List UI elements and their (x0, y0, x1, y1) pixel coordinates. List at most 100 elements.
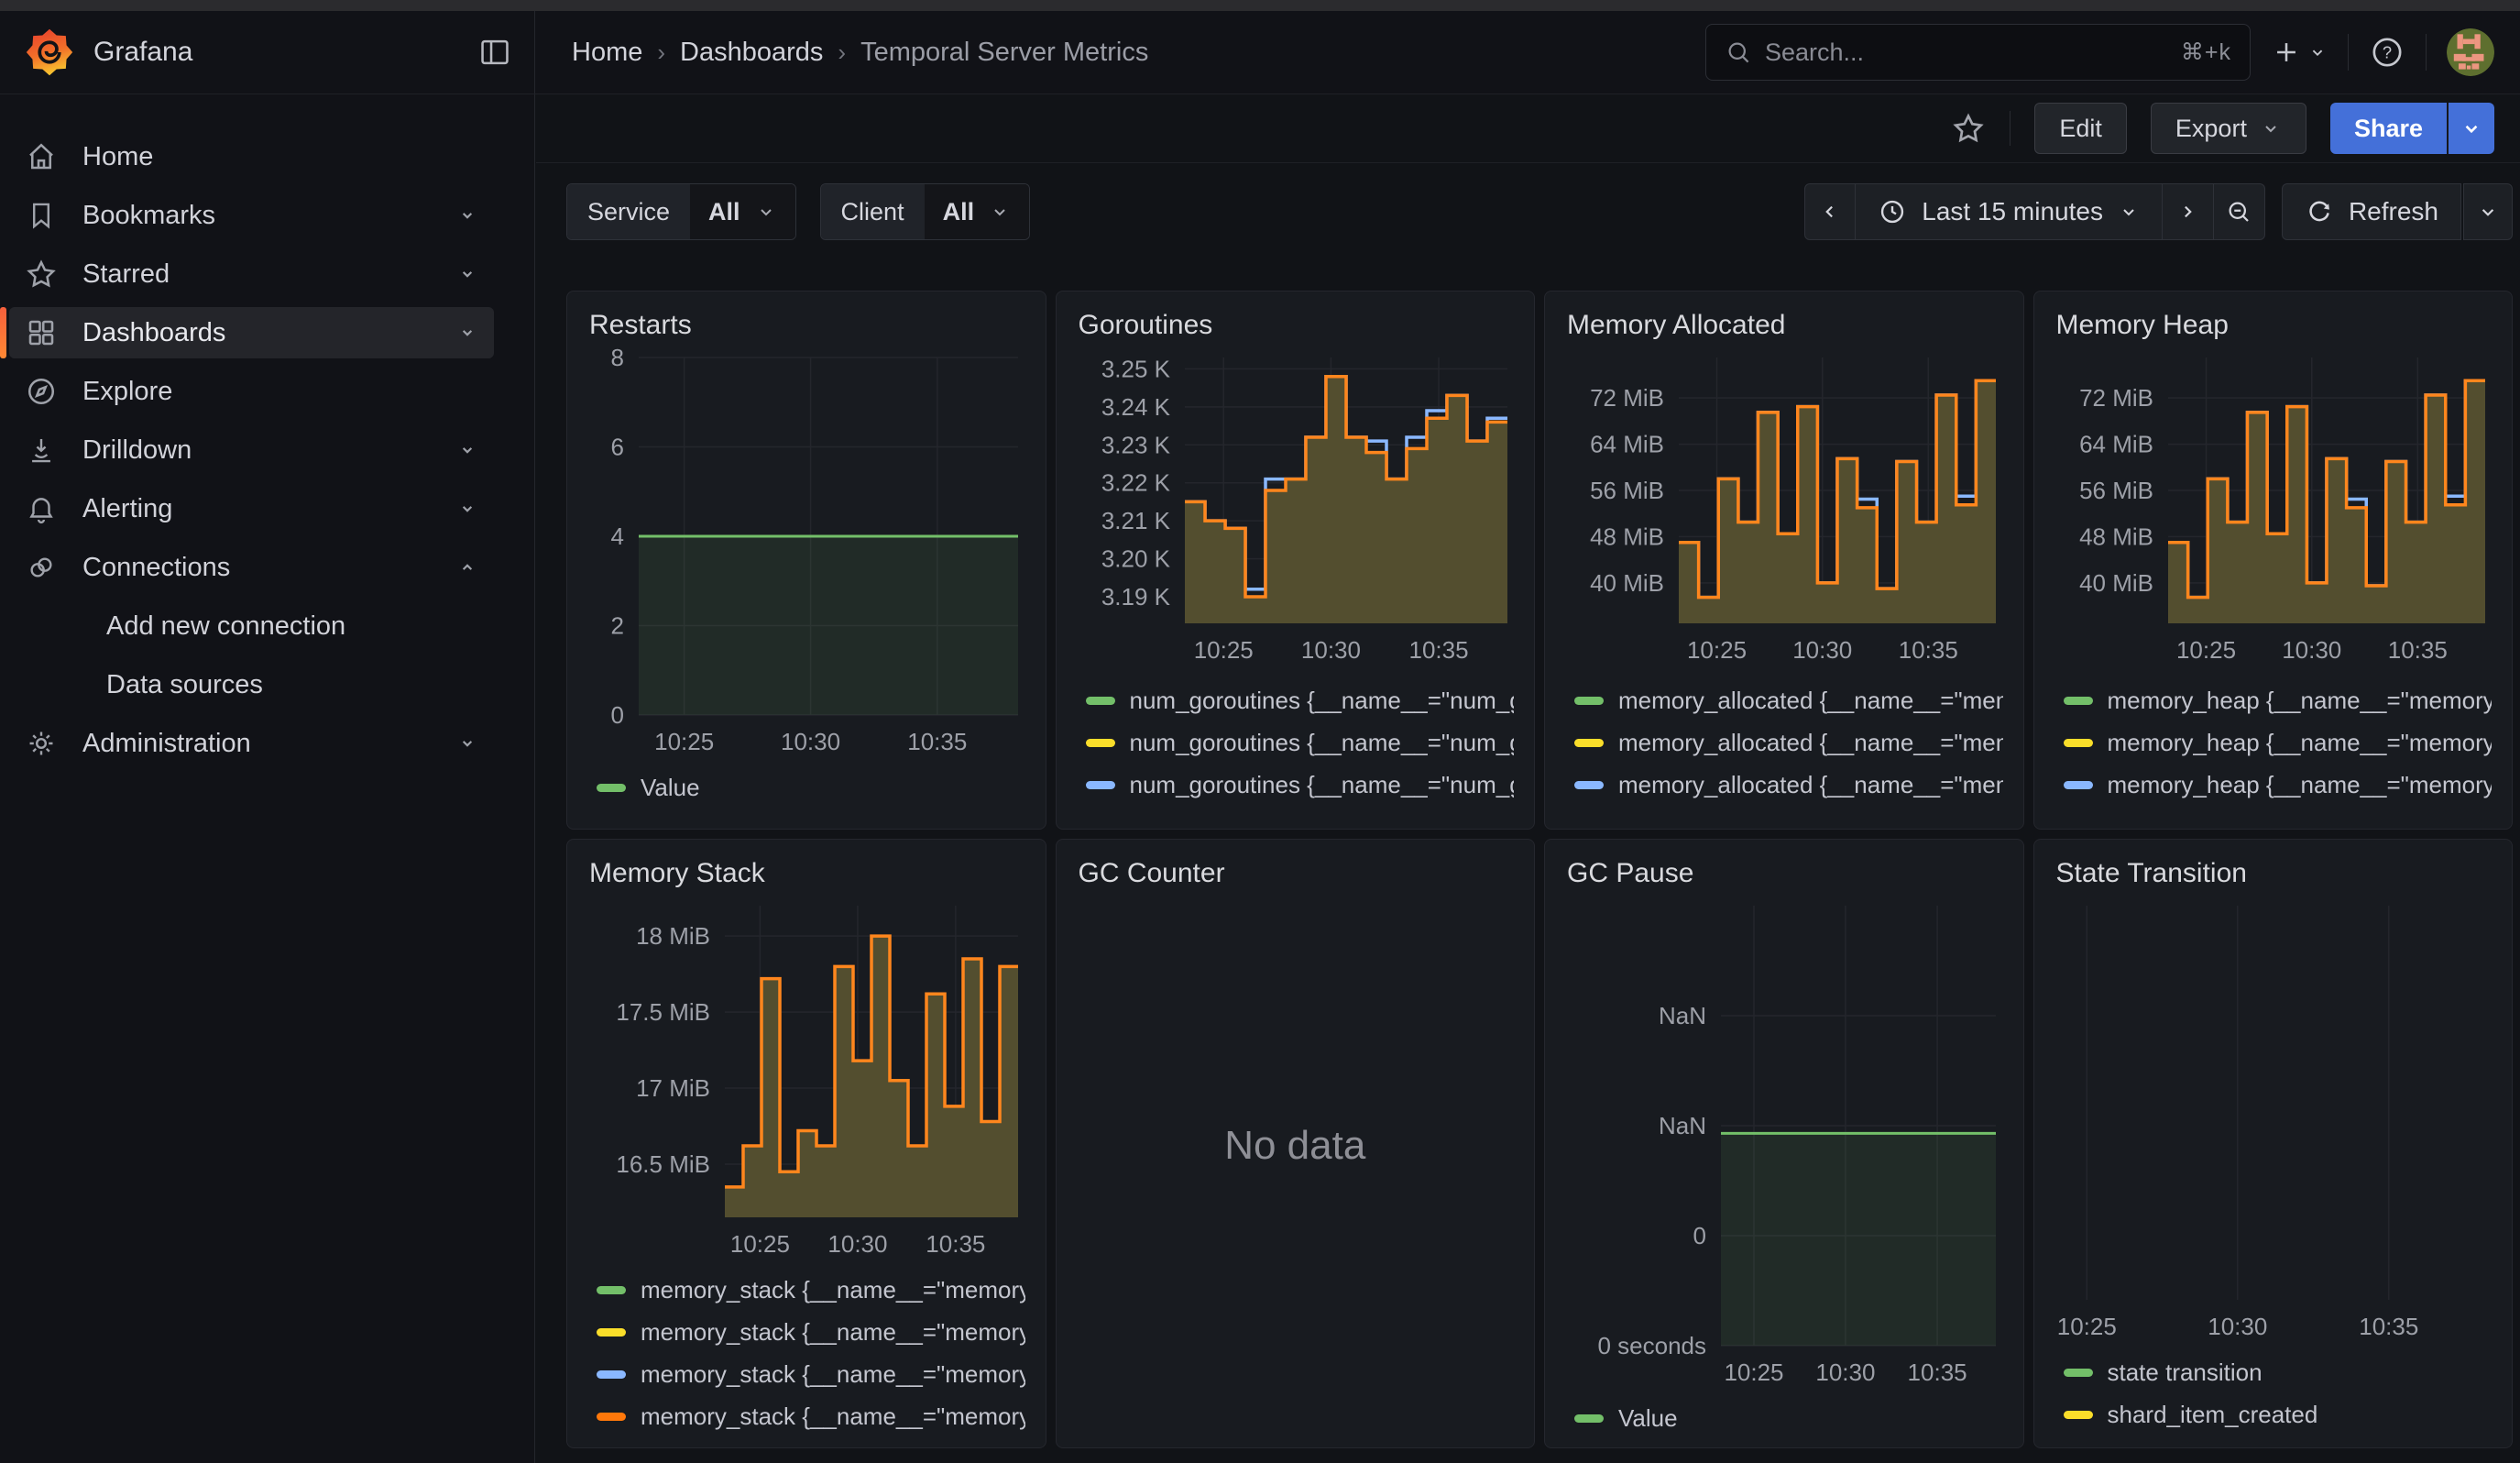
legend-series-label: num_goroutines {__name__="num_go (1130, 729, 1515, 757)
dashboards-grid-icon (24, 316, 59, 349)
export-button[interactable]: Export (2151, 103, 2306, 154)
client-filter-value[interactable]: All (925, 184, 1030, 239)
chevron-down-icon[interactable] (455, 732, 479, 755)
sidebar-item-home[interactable]: Home (0, 127, 534, 186)
svg-text:64 MiB: 64 MiB (1590, 431, 1664, 458)
panel-title[interactable]: State Transition (2054, 852, 2493, 893)
refresh-interval-button[interactable] (2463, 183, 2513, 240)
svg-text:10:25: 10:25 (2056, 1313, 2116, 1340)
panel-title[interactable]: Restarts (587, 304, 1025, 345)
chevron-up-icon[interactable] (455, 556, 479, 579)
legend: memory_heap {__name__="memory_hmemory_he… (2054, 679, 2493, 816)
edit-button[interactable]: Edit (2034, 103, 2127, 154)
legend-series-label: num_goroutines {__name__="num_go (1130, 771, 1515, 799)
svg-text:10:35: 10:35 (1408, 636, 1468, 664)
legend-item[interactable]: num_goroutines {__name__="num_go (1086, 764, 1515, 806)
sidebar-item-data-sources[interactable]: Data sources (0, 655, 534, 714)
legend-series-label: Value (641, 774, 700, 802)
svg-text:10:35: 10:35 (1908, 1358, 1967, 1386)
chevron-down-icon[interactable] (455, 497, 479, 521)
bell-icon (24, 493, 59, 524)
panel-title[interactable]: Memory Allocated (1565, 304, 2003, 345)
panel-memory-stack: Memory Stack 18 MiB17.5 MiB17 MiB16.5 Mi… (566, 839, 1046, 1448)
sidebar-item-bookmarks[interactable]: Bookmarks (0, 186, 534, 245)
help-button[interactable]: ? (2369, 34, 2405, 71)
legend-item[interactable]: num_goroutines {__name__="num_go (1086, 679, 1515, 721)
sidebar-item-add-new-connection[interactable]: Add new connection (0, 597, 534, 655)
legend-item[interactable]: memory_allocated {__name__="memo (1574, 764, 2003, 806)
legend-item[interactable]: num_goroutines {__name__="num_go (1086, 806, 1515, 816)
legend-item[interactable]: memory_allocated {__name__="memo (1574, 721, 2003, 764)
compass-icon (24, 375, 59, 408)
new-button[interactable] (2271, 37, 2328, 68)
legend-item[interactable]: memory_allocated {__name__="memo (1574, 806, 2003, 816)
legend-series-dash (1574, 781, 1604, 789)
clock-icon (1878, 197, 1907, 226)
search-box[interactable]: ⌘+k (1705, 24, 2251, 81)
avatar[interactable] (2447, 28, 2494, 76)
legend-series-label: memory_allocated {__name__="memo (1618, 687, 2003, 715)
chevron-down-icon[interactable] (455, 321, 479, 345)
legend-item[interactable]: memory_heap {__name__="memory_h (2064, 764, 2493, 806)
sidebar-item-drilldown[interactable]: Drilldown (0, 421, 534, 479)
svg-text:56 MiB: 56 MiB (1590, 477, 1664, 504)
legend-item[interactable]: Value (597, 766, 1025, 808)
svg-text:48 MiB: 48 MiB (1590, 522, 1664, 550)
legend-series-label: memory_stack {__name__="memory_s (641, 1360, 1025, 1389)
svg-text:64 MiB: 64 MiB (2079, 431, 2153, 458)
legend-item[interactable]: memory_heap {__name__="memory_h (2064, 679, 2493, 721)
sidebar-toggle-button[interactable] (477, 35, 512, 70)
sidebar-item-dashboards[interactable]: Dashboards (0, 303, 534, 362)
svg-text:17.5 MiB: 17.5 MiB (616, 998, 710, 1026)
share-button[interactable]: Share (2330, 103, 2447, 154)
time-shift-back-button[interactable] (1804, 183, 1856, 240)
toolbar-divider (2010, 111, 2011, 146)
time-range-picker[interactable]: Last 15 minutes (1856, 183, 2163, 240)
legend-item[interactable]: state transition (2064, 1351, 2493, 1393)
panel-memory-allocated: Memory Allocated 72 MiB64 MiB56 MiB48 Mi… (1544, 291, 2024, 830)
legend: state transitionshard_item_created (2054, 1351, 2493, 1436)
sidebar-item-starred[interactable]: Starred (0, 245, 534, 303)
no-data-message: No data (1077, 893, 1515, 1435)
refresh-button[interactable]: Refresh (2282, 183, 2461, 240)
favorite-star-button[interactable] (1951, 111, 1986, 146)
chevron-down-icon[interactable] (455, 438, 479, 462)
panel-title[interactable]: GC Pause (1565, 852, 2003, 893)
service-filter-value[interactable]: All (690, 184, 795, 239)
legend-item[interactable]: memory_stack {__name__="memory_s (597, 1353, 1025, 1395)
svg-text:10:25: 10:25 (1724, 1358, 1783, 1386)
sidebar-item-label: Alerting (82, 494, 172, 524)
svg-text:10:35: 10:35 (2359, 1313, 2418, 1340)
panel-title[interactable]: Memory Stack (587, 852, 1025, 893)
sidebar-item-explore[interactable]: Explore (0, 362, 534, 421)
legend-item[interactable]: num_goroutines {__name__="num_go (1086, 721, 1515, 764)
plus-icon (2271, 37, 2302, 68)
search-input[interactable] (1765, 38, 2168, 67)
legend-series-label: Value (1618, 1404, 1678, 1433)
legend-item[interactable]: memory_allocated {__name__="memo (1574, 679, 2003, 721)
sidebar-item-alerting[interactable]: Alerting (0, 479, 534, 538)
panel-title[interactable]: Memory Heap (2054, 304, 2493, 345)
chevron-down-icon[interactable] (455, 204, 479, 227)
svg-text:10:25: 10:25 (1687, 636, 1747, 664)
time-shift-forward-button[interactable] (2163, 183, 2214, 240)
zoom-out-button[interactable] (2214, 183, 2265, 240)
breadcrumb-dashboards[interactable]: Dashboards (680, 38, 823, 68)
breadcrumb-home[interactable]: Home (572, 38, 642, 68)
legend-item[interactable]: memory_stack {__name__="memory_s (597, 1395, 1025, 1437)
legend-item[interactable]: memory_heap {__name__="memory_h (2064, 721, 2493, 764)
legend-item[interactable]: Value (1574, 1397, 2003, 1439)
legend-series-label: memory_stack {__name__="memory_s (641, 1276, 1025, 1304)
sidebar-item-label: Connections (82, 553, 230, 583)
legend-item[interactable]: shard_item_created (2064, 1393, 2493, 1436)
panel-title[interactable]: Goroutines (1077, 304, 1515, 345)
chevron-down-icon[interactable] (455, 262, 479, 286)
sidebar-item-connections[interactable]: Connections (0, 538, 534, 597)
legend-item[interactable]: memory_stack {__name__="memory_s (597, 1269, 1025, 1311)
sidebar-item-administration[interactable]: Administration (0, 714, 534, 773)
legend-item[interactable]: memory_heap {__name__="memory_h (2064, 806, 2493, 816)
legend-item[interactable]: memory_stack {__name__="memory_s (597, 1311, 1025, 1353)
gc-pause-chart: NaNNaN00 seconds10:2510:3010:35 (1565, 896, 2003, 1392)
share-menu-button[interactable] (2447, 103, 2494, 154)
panel-title[interactable]: GC Counter (1077, 852, 1515, 893)
